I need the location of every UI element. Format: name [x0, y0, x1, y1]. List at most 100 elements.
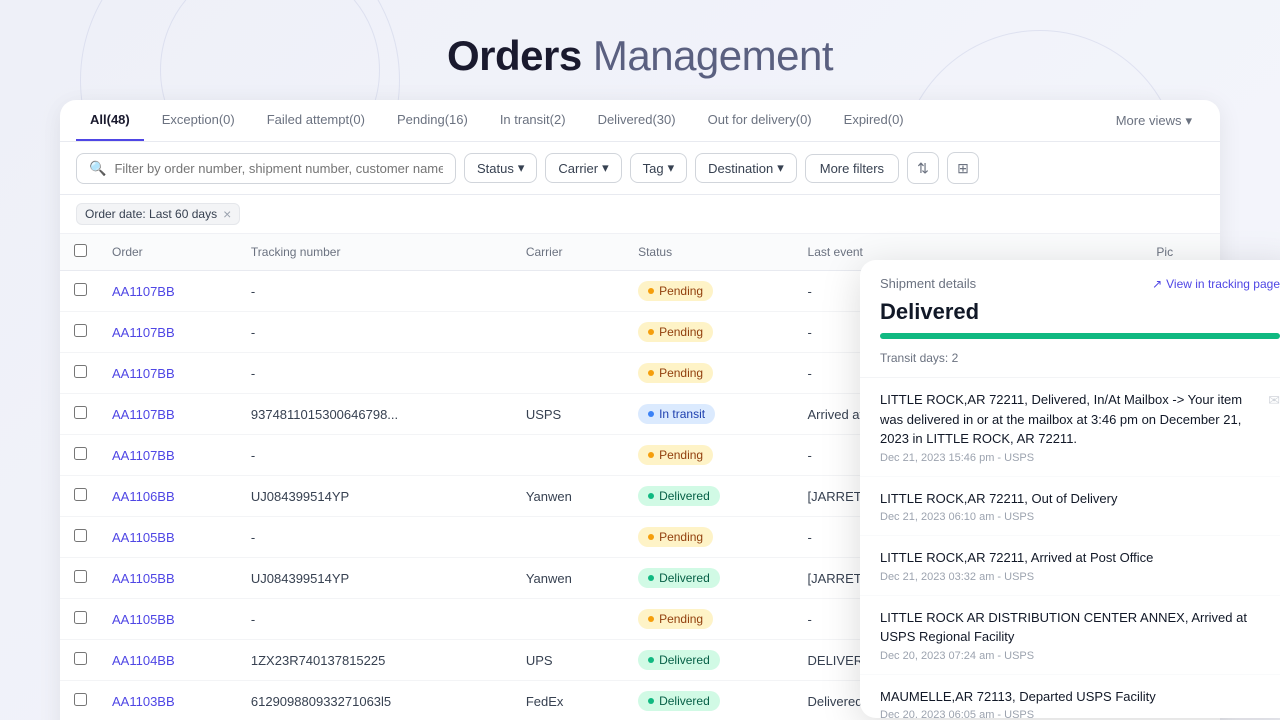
row-checkbox-cell — [60, 517, 100, 558]
row-status: Delivered — [626, 681, 795, 720]
event-time: Dec 21, 2023 03:32 am - USPS — [880, 571, 1280, 583]
row-carrier — [514, 271, 626, 312]
search-input[interactable] — [114, 161, 443, 176]
row-order: AA1107BB — [100, 353, 239, 394]
row-checkbox[interactable] — [74, 529, 87, 542]
more-views-button[interactable]: More views ▾ — [1104, 105, 1204, 137]
row-checkbox[interactable] — [74, 406, 87, 419]
status-badge: Delivered — [638, 486, 720, 506]
date-filter-tag-label: Order date: Last 60 days — [85, 207, 217, 221]
status-dot — [648, 288, 654, 294]
order-link[interactable]: AA1107BB — [112, 284, 175, 299]
shipment-detail-panel: Shipment details ↗ View in tracking page… — [860, 260, 1280, 718]
tab-in-transit[interactable]: In transit(2) — [486, 100, 580, 141]
row-carrier: Yanwen — [514, 558, 626, 599]
external-link-icon: ↗ — [1152, 277, 1162, 291]
more-filters-button[interactable]: More filters — [805, 154, 899, 183]
status-dot — [648, 452, 654, 458]
sort-icon-button[interactable]: ⇅ — [907, 152, 939, 184]
status-dot — [648, 329, 654, 335]
chevron-down-icon: ▾ — [602, 160, 609, 176]
row-carrier — [514, 599, 626, 640]
event-item: LITTLE ROCK,AR 72211, Delivered, In/At M… — [860, 378, 1280, 477]
date-filter-tag[interactable]: Order date: Last 60 days × — [76, 203, 240, 225]
event-time: Dec 20, 2023 07:24 am - USPS — [880, 650, 1280, 662]
destination-filter-button[interactable]: Destination ▾ — [695, 153, 797, 183]
tab-delivered[interactable]: Delivered(30) — [584, 100, 690, 141]
tab-pending[interactable]: Pending(16) — [383, 100, 482, 141]
page-title: Orders Management — [0, 0, 1280, 100]
order-link[interactable]: AA1103BB — [112, 694, 175, 709]
row-tracking: - — [239, 599, 514, 640]
row-checkbox[interactable] — [74, 488, 87, 501]
status-dot — [648, 657, 654, 663]
event-item: MAUMELLE,AR 72113, Departed USPS Facilit… — [860, 675, 1280, 719]
row-order: AA1104BB — [100, 640, 239, 681]
row-status: Delivered — [626, 476, 795, 517]
row-checkbox[interactable] — [74, 365, 87, 378]
row-status: Pending — [626, 312, 795, 353]
tab-all[interactable]: All(48) — [76, 100, 144, 141]
page-background: Orders Management All(48) Exception(0) F… — [0, 0, 1280, 720]
order-link[interactable]: AA1104BB — [112, 653, 175, 668]
row-carrier: USPS — [514, 394, 626, 435]
view-tracking-link[interactable]: ↗ View in tracking page — [1152, 277, 1280, 291]
tab-expired[interactable]: Expired(0) — [830, 100, 918, 141]
row-status: Pending — [626, 353, 795, 394]
order-link[interactable]: AA1105BB — [112, 612, 175, 627]
row-status: Pending — [626, 435, 795, 476]
row-checkbox[interactable] — [74, 693, 87, 706]
event-item: LITTLE ROCK,AR 72211, Out of Delivery De… — [860, 477, 1280, 537]
row-tracking: - — [239, 353, 514, 394]
row-carrier — [514, 353, 626, 394]
row-order: AA1106BB — [100, 476, 239, 517]
event-description: LITTLE ROCK,AR 72211, Out of Delivery — [880, 489, 1280, 509]
order-link[interactable]: AA1107BB — [112, 325, 175, 340]
order-link[interactable]: AA1107BB — [112, 448, 175, 463]
table-header-carrier: Carrier — [514, 234, 626, 271]
tab-exception[interactable]: Exception(0) — [148, 100, 249, 141]
row-checkbox[interactable] — [74, 283, 87, 296]
tab-out-for-delivery[interactable]: Out for delivery(0) — [694, 100, 826, 141]
row-checkbox[interactable] — [74, 447, 87, 460]
order-link[interactable]: AA1107BB — [112, 366, 175, 381]
more-views-label: More views — [1116, 113, 1182, 128]
row-status: Delivered — [626, 640, 795, 681]
event-description: LITTLE ROCK AR DISTRIBUTION CENTER ANNEX… — [880, 608, 1280, 647]
row-order: AA1105BB — [100, 517, 239, 558]
row-tracking: - — [239, 271, 514, 312]
carrier-filter-button[interactable]: Carrier ▾ — [545, 153, 621, 183]
order-link[interactable]: AA1106BB — [112, 489, 175, 504]
status-dot — [648, 698, 654, 704]
row-tracking: - — [239, 435, 514, 476]
row-checkbox[interactable] — [74, 611, 87, 624]
row-checkbox[interactable] — [74, 324, 87, 337]
select-all-checkbox[interactable] — [74, 244, 87, 257]
row-order: AA1103BB — [100, 681, 239, 720]
columns-icon-button[interactable]: ⊞ — [947, 152, 979, 184]
order-link[interactable]: AA1105BB — [112, 530, 175, 545]
tag-filter-button[interactable]: Tag ▾ — [630, 153, 688, 183]
table-header-status: Status — [626, 234, 795, 271]
row-checkbox-cell — [60, 271, 100, 312]
tab-failed-attempt[interactable]: Failed attempt(0) — [253, 100, 379, 141]
filter-bar: 🔍 Status ▾ Carrier ▾ Tag ▾ Destination ▾… — [60, 142, 1220, 195]
row-carrier: UPS — [514, 640, 626, 681]
status-filter-button[interactable]: Status ▾ — [464, 153, 537, 183]
row-checkbox[interactable] — [74, 652, 87, 665]
status-badge: Delivered — [638, 568, 720, 588]
progress-bar-fill — [880, 333, 1280, 339]
row-checkbox[interactable] — [74, 570, 87, 583]
row-tracking: 1ZX23R740137815225 — [239, 640, 514, 681]
event-item: LITTLE ROCK AR DISTRIBUTION CENTER ANNEX… — [860, 596, 1280, 675]
row-carrier — [514, 312, 626, 353]
event-time: Dec 20, 2023 06:05 am - USPS — [880, 709, 1280, 718]
table-header-tracking: Tracking number — [239, 234, 514, 271]
page-title-bold: Orders — [447, 32, 582, 79]
order-link[interactable]: AA1107BB — [112, 407, 175, 422]
order-link[interactable]: AA1105BB — [112, 571, 175, 586]
close-icon[interactable]: × — [223, 207, 231, 221]
status-badge: Pending — [638, 322, 713, 342]
row-status: Pending — [626, 271, 795, 312]
search-box[interactable]: 🔍 — [76, 153, 456, 184]
